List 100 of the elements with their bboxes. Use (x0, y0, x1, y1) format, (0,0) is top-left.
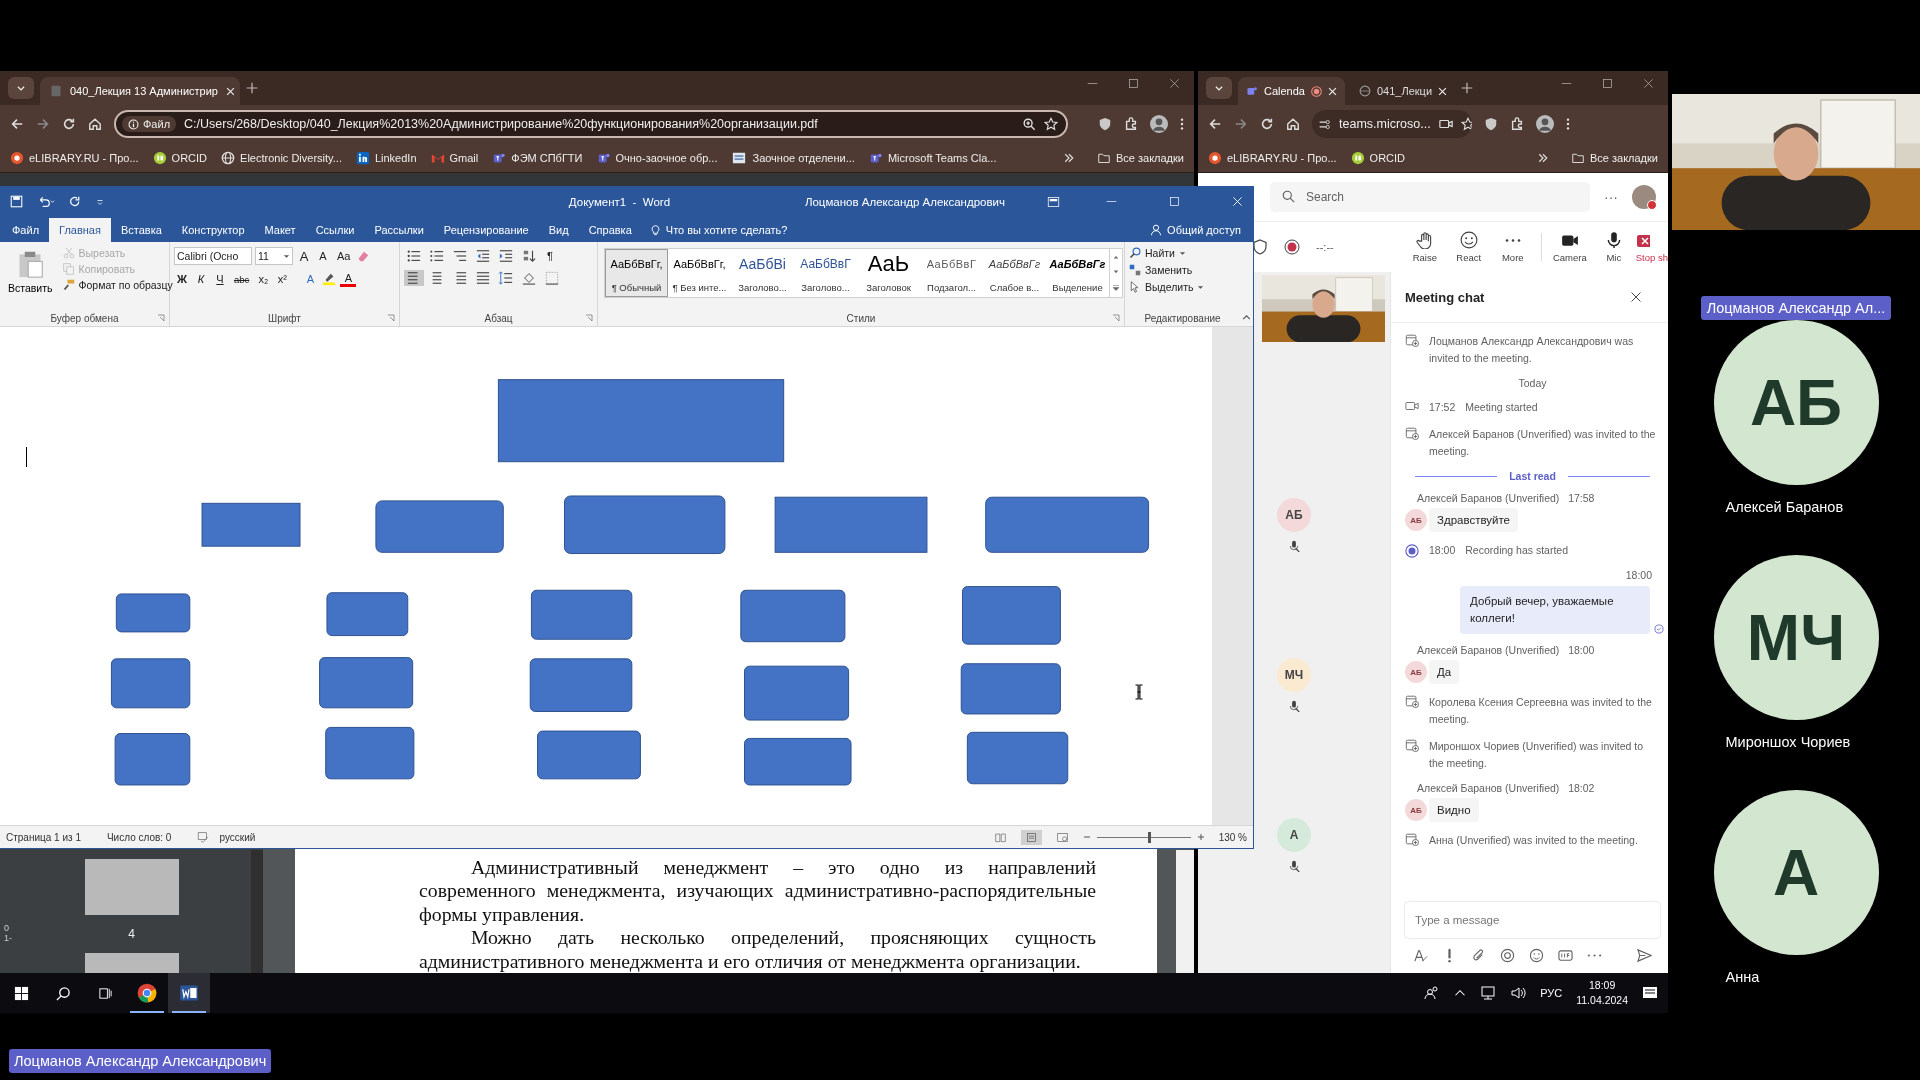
format-button[interactable]: x² (274, 272, 291, 286)
reload-icon[interactable] (1260, 117, 1274, 131)
tell-me-search[interactable]: Что вы хотите сделать? (641, 218, 796, 242)
format-button[interactable]: Ч (212, 272, 228, 286)
scrollbar[interactable] (1212, 327, 1253, 825)
reload-icon[interactable] (62, 117, 76, 131)
print-layout-icon[interactable] (1024, 831, 1038, 843)
align-left[interactable] (404, 270, 424, 286)
profile-avatar-icon[interactable] (1536, 115, 1554, 133)
ribbon-tab[interactable]: Вставка (110, 218, 172, 242)
zoom-level[interactable]: 130 % (1218, 831, 1247, 843)
back-icon[interactable] (1208, 117, 1222, 131)
undo-icon[interactable] (37, 195, 55, 208)
home-icon[interactable] (88, 117, 102, 131)
show-marks-button[interactable]: ¶ (542, 249, 558, 263)
format-button[interactable]: abc (231, 272, 253, 286)
bookmark-link[interactable]: ФЭМ СПбГТИ (492, 150, 583, 165)
all-bookmarks-link[interactable]: Все закладки (1096, 151, 1184, 164)
page-thumbnail[interactable] (84, 859, 179, 915)
participant-avatar[interactable]: АБ (1277, 498, 1311, 532)
participant-avatar[interactable]: МЧ (1277, 658, 1311, 692)
address-bar[interactable]: teams.microso... (1312, 110, 1472, 138)
dialog-launcher-icon[interactable] (157, 314, 165, 322)
home-icon[interactable] (1286, 117, 1300, 131)
share-button[interactable]: Общий доступ (1138, 218, 1253, 242)
search-field[interactable]: Search (1270, 182, 1590, 212)
clock[interactable]: 18:09 11.04.2024 (1576, 978, 1628, 1008)
style-option[interactable]: АаБбВвГг, ¶ Обычный (605, 249, 668, 297)
font-color-button[interactable]: A (340, 271, 357, 287)
file-badge[interactable]: Файл (122, 116, 177, 132)
bookmark-link[interactable]: Заочное отделени... (731, 150, 855, 165)
bookmark-link[interactable]: eLIBRARY.RU - Про... (10, 150, 139, 165)
dialog-launcher-icon[interactable] (1112, 314, 1120, 322)
forward-icon[interactable] (1234, 117, 1248, 131)
bookmark-link[interactable]: Microsoft Teams Cla... (868, 150, 997, 165)
input-language[interactable]: РУС (1540, 987, 1563, 999)
back-icon[interactable] (10, 117, 24, 131)
select-button[interactable]: Выделить (1127, 280, 1236, 294)
zoom-in-icon[interactable] (1196, 833, 1205, 841)
replace-button[interactable]: Заменить (1127, 263, 1236, 277)
more-options-button[interactable]: ··· (1604, 189, 1618, 205)
bookmark-link[interactable]: Electronic Diversity... (221, 150, 342, 165)
language-indicator[interactable]: русский (219, 831, 256, 843)
scroll-up-icon[interactable] (1112, 253, 1120, 260)
format-button[interactable]: x₂ (255, 272, 272, 286)
save-icon[interactable] (10, 195, 23, 208)
bookmark-link[interactable]: ORCID (1350, 150, 1406, 165)
scroll-down-icon[interactable] (1112, 269, 1120, 275)
star-icon[interactable] (1460, 117, 1472, 131)
font-name-field[interactable]: Calibri (Осно (174, 247, 252, 265)
send-icon[interactable] (1637, 948, 1652, 963)
menu-icon[interactable] (1180, 117, 1184, 131)
zoom-icon[interactable] (1022, 117, 1036, 131)
zoom-slider-thumb[interactable] (1148, 831, 1152, 843)
call-action-button[interactable]: Stop sh (1635, 231, 1668, 263)
bookmark-link[interactable]: eLIBRARY.RU - Про... (1208, 150, 1337, 165)
proofing-icon[interactable] (197, 831, 210, 843)
scrollbar[interactable] (1176, 850, 1194, 973)
ribbon-tab[interactable]: Справка (578, 218, 642, 242)
ribbon-tab[interactable]: Конструктор (171, 218, 255, 242)
profile-avatar-icon[interactable] (1150, 115, 1168, 133)
change-case-button[interactable]: Aa (334, 249, 354, 263)
bookmark-link[interactable]: Gmail (430, 150, 479, 165)
extensions-icon[interactable] (1510, 117, 1524, 131)
ribbon-tab[interactable]: Рассылки (364, 218, 434, 242)
tab-list-button[interactable] (8, 77, 34, 99)
more-styles-icon[interactable] (1112, 284, 1120, 293)
ribbon-options-icon[interactable] (1047, 195, 1060, 208)
browser-tab[interactable]: 041_Лекци (1351, 77, 1456, 105)
shield-icon[interactable] (1484, 117, 1498, 131)
call-action-button[interactable]: More (1490, 231, 1535, 263)
video-icon[interactable] (1438, 117, 1453, 131)
shield-icon[interactable] (1098, 117, 1112, 131)
clipboard-tool[interactable]: Формат по образцу (60, 278, 175, 292)
new-tab-icon[interactable] (1461, 82, 1474, 94)
font-size-field[interactable]: 11 (255, 247, 293, 265)
message-field[interactable]: Type a message (1405, 902, 1660, 938)
more-bookmarks-icon[interactable] (1062, 151, 1075, 164)
more-bookmarks-icon[interactable] (1536, 151, 1549, 164)
network-icon[interactable] (1480, 985, 1497, 1001)
all-bookmarks-link[interactable]: Все закладки (1570, 151, 1658, 164)
bookmark-link[interactable]: Очно-заочное обр... (596, 150, 718, 165)
ribbon-tab[interactable]: Ссылки (305, 218, 365, 242)
redo-icon[interactable] (69, 195, 82, 208)
ribbon-tab[interactable]: Рецензирование (433, 218, 539, 242)
format-icon[interactable] (1413, 948, 1428, 963)
call-action-button[interactable]: Raise (1402, 231, 1447, 263)
ribbon-tab[interactable]: Макет (254, 218, 306, 242)
find-button[interactable]: Найти (1127, 246, 1236, 260)
grow-font-button[interactable]: A (296, 247, 312, 265)
more-icon[interactable] (1587, 954, 1602, 957)
ribbon-tab[interactable]: Файл (2, 218, 50, 242)
call-action-button[interactable]: Mic (1591, 231, 1636, 263)
new-tab-icon[interactable] (246, 82, 258, 94)
participant-avatar[interactable]: А (1277, 818, 1311, 852)
star-icon[interactable] (1044, 117, 1058, 131)
attach-icon[interactable] (1471, 948, 1486, 963)
dialog-launcher-icon[interactable] (585, 314, 593, 322)
forward-icon[interactable] (36, 117, 50, 131)
browser-tab[interactable]: 040_Лекция 13 Администрир (40, 77, 240, 105)
